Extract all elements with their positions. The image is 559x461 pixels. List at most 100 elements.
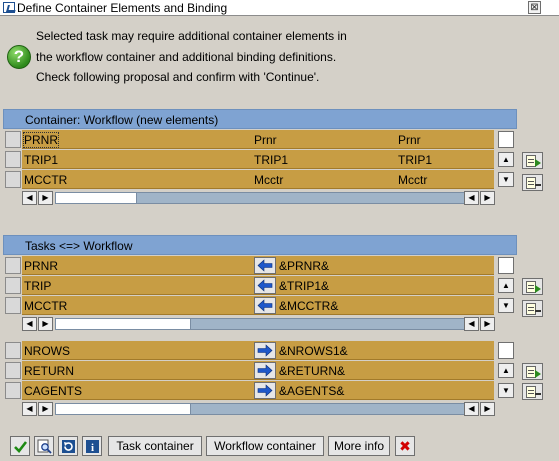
row-selector[interactable] (5, 362, 21, 379)
scroll-thumb[interactable] (55, 403, 191, 415)
green-arrow-icon (535, 159, 541, 167)
binding-direction-button[interactable] (254, 297, 276, 314)
scroll-down-button[interactable]: ▼ (498, 172, 514, 187)
scroll-left-button[interactable]: ◀ (22, 317, 37, 331)
scroll-right-button[interactable]: ▶ (38, 191, 53, 205)
minus-icon (535, 184, 541, 186)
task-element-cell[interactable]: TRIP (24, 279, 51, 293)
arrow-right-icon (257, 344, 273, 357)
element-cell[interactable]: MCCTR (24, 173, 67, 187)
horizontal-scrollbar[interactable]: ◀ ▶ ◀ ▶ (22, 191, 495, 205)
expression-cell[interactable]: &RETURN& (279, 364, 345, 378)
table-row[interactable]: MCCTR &MCCTR& (3, 296, 494, 315)
row-selector[interactable] (5, 131, 21, 148)
name-cell[interactable]: Prnr (254, 133, 277, 147)
arrow-right-icon (257, 384, 273, 397)
table-row[interactable]: NROWS &NROWS1& (3, 341, 494, 360)
description-cell[interactable]: TRIP1 (398, 153, 432, 167)
horizontal-scrollbar[interactable]: ◀ ▶ ◀ ▶ (22, 317, 495, 331)
task-element-cell[interactable]: MCCTR (24, 299, 67, 313)
scroll-thumb[interactable] (55, 192, 137, 204)
column-settings-button[interactable] (498, 257, 514, 274)
scroll-down-button[interactable]: ▼ (498, 298, 514, 313)
binding-direction-button[interactable] (254, 362, 276, 379)
binding-direction-button[interactable] (254, 382, 276, 399)
row-selector[interactable] (5, 342, 21, 359)
binding-table-title: Tasks <=> Workflow (3, 235, 517, 255)
scroll-up-button[interactable]: ▲ (498, 152, 514, 167)
select-all-button[interactable] (522, 363, 543, 380)
scroll-up-button[interactable]: ▲ (498, 363, 514, 378)
binding-direction-button[interactable] (254, 342, 276, 359)
continue-check-icon (14, 441, 28, 453)
element-cell[interactable]: PRNR (22, 132, 60, 148)
table-row[interactable]: MCCTR Mcctr Mcctr (3, 170, 494, 189)
more-info-button[interactable]: More info (328, 436, 390, 456)
scroll-left-button[interactable]: ◀ (22, 191, 37, 205)
find-button[interactable] (34, 436, 54, 456)
scroll-right-end-button[interactable]: ▶ (480, 191, 495, 205)
deselect-all-button[interactable] (522, 383, 543, 400)
row-selector[interactable] (5, 277, 21, 294)
row-selector[interactable] (5, 257, 21, 274)
description-cell[interactable]: Mcctr (398, 173, 427, 187)
scroll-right-end-button[interactable]: ▶ (480, 317, 495, 331)
message-line-2: the workflow container and additional bi… (36, 50, 337, 64)
message-line-3: Check following proposal and confirm wit… (36, 70, 320, 84)
column-settings-button[interactable] (498, 342, 514, 359)
table-row[interactable]: PRNR &PRNR& (3, 256, 494, 275)
task-element-cell[interactable]: RETURN (24, 364, 74, 378)
task-container-button[interactable]: Task container (108, 436, 202, 456)
scroll-left-button[interactable]: ◀ (22, 402, 37, 416)
table-row[interactable]: TRIP1 TRIP1 TRIP1 (3, 150, 494, 169)
table-row[interactable]: RETURN &RETURN& (3, 361, 494, 380)
row-selector[interactable] (5, 297, 21, 314)
scroll-left-end-button[interactable]: ◀ (464, 191, 479, 205)
select-all-button[interactable] (522, 152, 543, 169)
task-element-cell[interactable]: NROWS (24, 344, 70, 358)
refresh-button[interactable] (58, 436, 78, 456)
scroll-up-button[interactable]: ▲ (498, 278, 514, 293)
column-settings-button[interactable] (498, 131, 514, 148)
select-all-button[interactable] (522, 278, 543, 295)
horizontal-scrollbar[interactable]: ◀ ▶ ◀ ▶ (22, 402, 495, 416)
task-element-cell[interactable]: PRNR (24, 259, 58, 273)
expression-cell[interactable]: &PRNR& (279, 259, 329, 273)
row-selector[interactable] (5, 171, 21, 188)
question-icon: ? (7, 45, 31, 69)
element-cell[interactable]: TRIP1 (24, 153, 58, 167)
expression-cell[interactable]: &AGENTS& (279, 384, 344, 398)
deselect-all-button[interactable] (522, 174, 543, 191)
scroll-thumb[interactable] (55, 318, 191, 330)
scroll-right-button[interactable]: ▶ (38, 402, 53, 416)
row-selector[interactable] (5, 382, 21, 399)
row-selector[interactable] (5, 151, 21, 168)
scroll-left-end-button[interactable]: ◀ (464, 317, 479, 331)
workflow-container-button[interactable]: Workflow container (206, 436, 324, 456)
deselect-all-button[interactable] (522, 300, 543, 317)
binding-direction-button[interactable] (254, 257, 276, 274)
table-row[interactable]: TRIP &TRIP1& (3, 276, 494, 295)
name-cell[interactable]: TRIP1 (254, 153, 288, 167)
info-button[interactable]: i (82, 436, 102, 456)
scroll-right-button[interactable]: ▶ (38, 317, 53, 331)
cancel-button[interactable]: ✖ (395, 436, 415, 456)
description-cell[interactable]: Prnr (398, 133, 421, 147)
task-element-cell[interactable]: CAGENTS (24, 384, 82, 398)
footer-toolbar: i Task container Workflow container More… (0, 434, 559, 461)
scroll-right-end-button[interactable]: ▶ (480, 402, 495, 416)
expression-cell[interactable]: &MCCTR& (279, 299, 338, 313)
scroll-left-end-button[interactable]: ◀ (464, 402, 479, 416)
arrow-left-icon (257, 259, 273, 272)
binding-table: Tasks <=> Workflow PRNR &PRNR& TRIP &TRI… (3, 235, 517, 335)
table-row[interactable]: CAGENTS &AGENTS& (3, 381, 494, 400)
expression-cell[interactable]: &NROWS1& (279, 344, 348, 358)
expression-cell[interactable]: &TRIP1& (279, 279, 329, 293)
close-button[interactable]: ⊠ (528, 1, 541, 14)
name-cell[interactable]: Mcctr (254, 173, 283, 187)
scroll-down-button[interactable]: ▼ (498, 383, 514, 398)
continue-button[interactable] (10, 436, 30, 456)
info-icon: i (86, 440, 99, 454)
binding-direction-button[interactable] (254, 277, 276, 294)
table-row[interactable]: PRNR Prnr Prnr (3, 130, 494, 149)
